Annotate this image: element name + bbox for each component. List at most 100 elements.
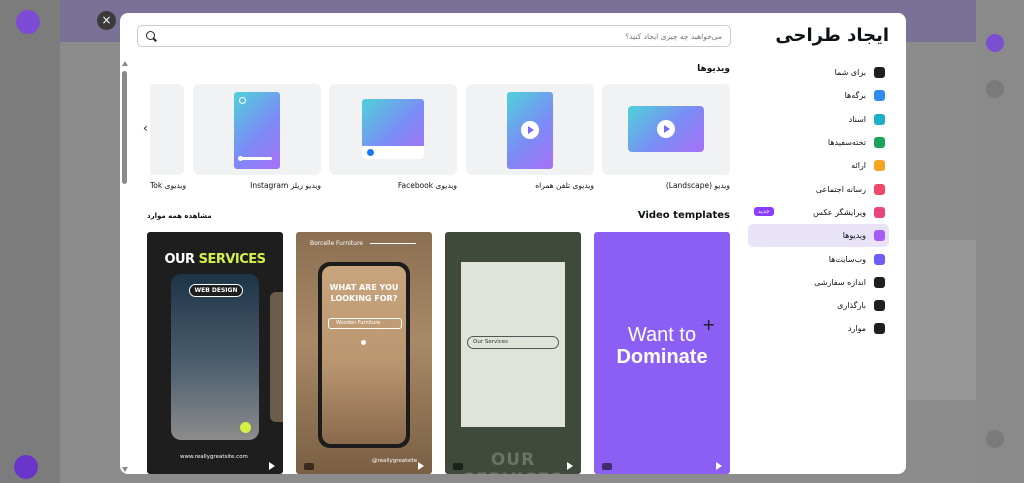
sidebar-item[interactable]: وب‌سایت‌ها [748,247,889,270]
website-icon [874,253,885,265]
plus-icon: + [702,315,716,334]
whiteboard-icon [874,137,885,149]
progress-dot [238,156,243,161]
sidebar-nav: برای شما برگه‌ها اسناد تخته‌سفیدها ارائه رسان… [748,61,889,341]
background-content [906,240,976,400]
more-icon [874,323,885,335]
card-facebook-video[interactable] [329,84,457,175]
template-card[interactable]: Borcelle Furniture WHAT ARE YOU LOOKING … [296,232,432,474]
close-button[interactable]: × [97,11,116,30]
template-card[interactable]: Our Services OUR SERVICES [445,232,581,474]
headline-part: SERVICES [198,252,266,267]
divider [370,243,416,244]
section-title-videos: ویدیوها [697,64,730,74]
search-input[interactable] [157,31,722,41]
side-image [270,292,283,422]
sidebar-item[interactable]: برگه‌ها [748,84,889,107]
sidebar-item[interactable]: ویرایشگر عکس جدید [748,201,889,224]
template-card[interactable]: Want to Dominate + [594,232,730,474]
template-search-field: Wooden Furniture [328,318,402,329]
scroll-up-arrow-icon[interactable] [122,61,128,66]
template-search-field: Our Services [467,336,559,349]
presentation-icon [874,160,885,172]
scroll-down-arrow-icon[interactable] [122,467,128,472]
sparkle-icon [874,67,885,79]
template-card[interactable]: OUR SERVICES WEB DESIGN www.reallygreats… [147,232,283,474]
sidebar-item-label: ویدیوها [842,231,866,241]
scrollbar[interactable] [120,61,130,473]
create-design-modal: ایجاد طراحی برای شما برگه‌ها اسناد تخته‌سفی… [120,13,906,474]
sidebar: ایجاد طراحی برای شما برگه‌ها اسناد تخته‌سفی… [748,13,906,474]
sidebar-item-label: رسانه اجتماعی [815,184,866,194]
modal-title: ایجاد طراحی [775,25,889,46]
sidebar-item[interactable]: اندازه سفارشی [748,271,889,294]
background-dot [986,430,1004,448]
template-headline: Dominate [616,346,708,368]
custom-size-icon [874,276,885,288]
card-mobile-video[interactable] [466,84,594,175]
crown-icon [602,463,612,470]
template-footer: www.reallygreatsite.com [180,454,248,460]
crown-icon [304,463,314,470]
sidebar-item[interactable]: رسانه اجتماعی [748,177,889,200]
crown-icon [453,463,463,470]
section-title-templates: Video templates [637,210,730,221]
play-icon [567,462,573,470]
sidebar-item-label: وب‌سایت‌ها [828,254,866,264]
template-header: Borcelle Furniture [310,240,363,247]
sidebar-item-label: بارگذاری [837,301,866,311]
dot [361,340,366,345]
play-icon [657,120,675,138]
headline-part: OUR [164,252,195,267]
card-label: ویدیوی تلفن همراه [535,181,594,190]
sidebar-item-label: ارائه [851,161,866,171]
search-bar[interactable] [137,25,731,47]
background-dot [986,80,1004,98]
sidebar-item-label: برای شما [834,68,866,78]
sidebar-item-label: اندازه سفارشی [814,277,866,287]
sidebar-item-label: برگه‌ها [844,91,866,101]
card-instagram-reels[interactable] [193,84,321,175]
sidebar-item[interactable]: اسناد [748,108,889,131]
template-headline: OUR SERVICES [147,252,283,267]
avatar [16,10,40,34]
card-label: ویدیوی Facebook [397,181,457,190]
card-label: ویدیو (Landscape) [665,181,730,190]
template-footer: @reallygreatsite [372,458,418,464]
card-tiktok-video[interactable] [150,84,184,175]
sidebar-item[interactable]: ویدیوها [748,224,889,248]
sidebar-item[interactable]: موارد [748,317,889,340]
background-fab [14,455,38,479]
social-heart-icon [874,183,885,195]
upload-icon [874,300,885,312]
progress-line [238,157,272,160]
sidebar-item[interactable]: تخته‌سفیدها [748,131,889,154]
see-all-link[interactable]: مشاهده همه موارد [147,212,212,220]
play-icon [418,462,424,470]
card-label: ویدیوی Tok [150,181,187,190]
sidebar-item-label: اسناد [848,114,866,124]
sidebar-item[interactable]: بارگذاری [748,294,889,317]
new-badge: جدید [754,206,774,216]
arrow-badge-icon [240,422,251,433]
sidebar-item-label: تخته‌سفیدها [827,138,866,148]
sidebar-item[interactable]: برای شما [748,61,889,84]
play-icon [269,462,275,470]
play-icon [521,121,539,139]
video-icon [874,230,885,242]
scroll-thumb[interactable] [122,71,127,184]
card-label: ویدیو ریلز Instagram [250,181,321,190]
card-landscape-video[interactable] [602,84,730,175]
background-dot [986,34,1004,52]
photo-editor-icon [874,206,885,218]
sheets-icon [874,90,885,102]
play-icon [716,462,722,470]
background-right-rail [976,0,1024,483]
background-left-rail [0,0,60,483]
sidebar-item-label: ویرایشگر عکس [813,207,866,217]
sidebar-item[interactable]: ارائه [748,154,889,177]
chevron-left-icon[interactable]: ‹ [143,121,148,135]
template-headline: WHAT ARE YOU LOOKING FOR? [329,283,399,303]
search-icon[interactable] [146,30,157,42]
template-tag: WEB DESIGN [189,284,243,297]
